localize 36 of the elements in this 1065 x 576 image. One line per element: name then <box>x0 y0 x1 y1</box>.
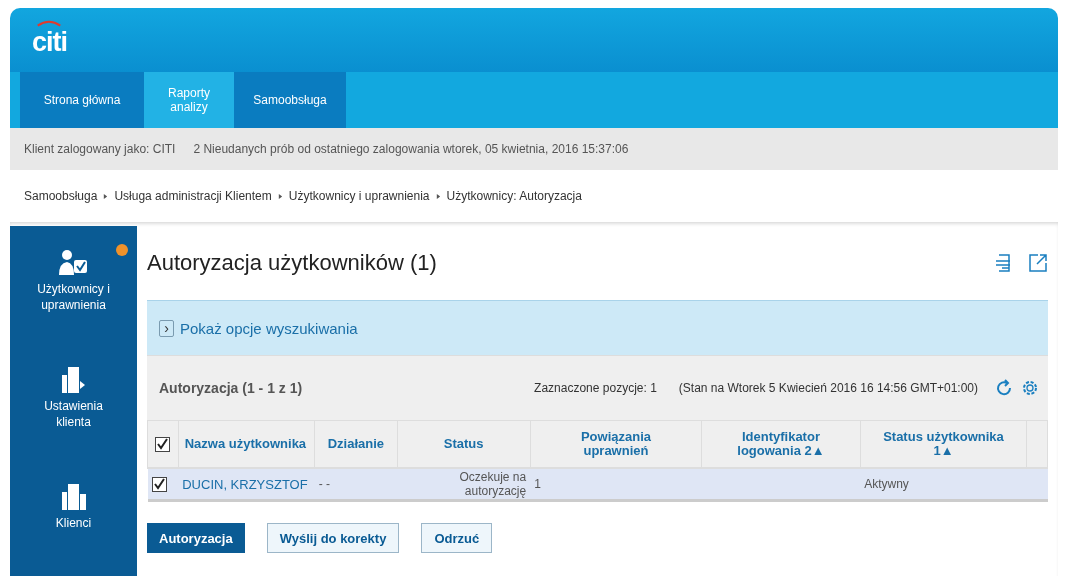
action-button[interactable]: Autoryzacja <box>147 523 245 553</box>
table-cell: Aktywny <box>864 477 909 491</box>
table-cell: Oczekuje na autoryzację <box>459 470 527 498</box>
nav-tab[interactable]: Samoobsługa <box>234 72 346 128</box>
nav-tab[interactable]: Strona główna <box>20 72 144 128</box>
action-button[interactable]: Odrzuć <box>421 523 493 553</box>
row-checkbox[interactable] <box>151 476 167 492</box>
sidebar-item[interactable]: Użytkownicy i uprawnienia <box>15 244 132 314</box>
timestamp: (Stan na Wtorek 5 Kwiecień 2016 16 14:56 GMT+01:00) <box>678 381 978 395</box>
breadcrumb-link[interactable]: Użytkownicy: Autoryzacja <box>446 189 582 203</box>
select-all-checkbox[interactable] <box>155 436 171 452</box>
table-caption: Autoryzacja (1 - 1 z 1) <box>159 380 304 396</box>
user-check-icon <box>58 248 89 276</box>
settings-icon[interactable] <box>1020 378 1040 398</box>
logo-arc-icon <box>36 18 62 27</box>
failed-logins-notice: 2 Nieudanych prób od ostatniego zalogowania wtorek, 05 kwietnia, 2016 15:37:06 <box>193 142 629 156</box>
sidebar-label: Klienci <box>54 516 93 532</box>
breadcrumb-link[interactable]: Samoobsługa <box>24 189 98 203</box>
sidebar-label: Użytkownicy i uprawnienia <box>36 282 111 314</box>
chevron-icon <box>277 192 283 200</box>
action-button[interactable]: Wyślij do korekty <box>266 523 400 553</box>
chevron-icon <box>435 192 441 200</box>
logged-in-user: Klient zalogowany jako: CITI <box>24 142 176 156</box>
breadcrumb-link[interactable]: Użytkownicy i uprawnienia <box>288 189 430 203</box>
export-icon[interactable] <box>1028 253 1048 273</box>
chevron-icon <box>103 192 109 200</box>
sidebar-item[interactable]: Ustawienia klienta <box>15 361 132 431</box>
sidebar-item[interactable]: Klienci <box>15 478 132 532</box>
page-title: Autoryzacja użytkowników (1) <box>147 250 437 276</box>
table-cell: - - <box>318 477 331 491</box>
breadcrumb-link[interactable]: Usługa administracji Klientem <box>114 189 272 203</box>
sidebar-label: Ustawienia klienta <box>43 399 104 431</box>
selected-count: Zaznaczone pozycje: 1 <box>534 381 657 395</box>
show-search-options-link[interactable]: › Pokaż opcje wyszukiwania <box>153 318 364 338</box>
table-cell: 1 <box>534 477 541 491</box>
refresh-icon[interactable] <box>994 378 1014 398</box>
